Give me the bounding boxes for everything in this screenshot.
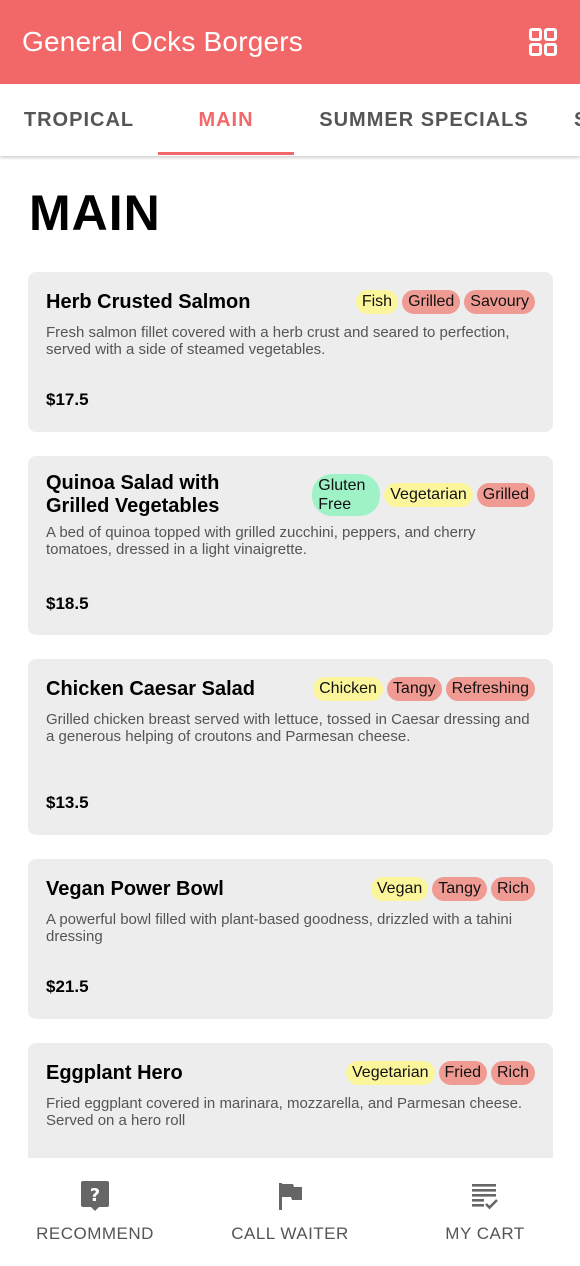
menu-item-card[interactable]: Quinoa Salad with Grilled Vegetables Glu… <box>28 456 553 635</box>
tag: Tangy <box>386 677 442 701</box>
item-tags: Gluten Free Vegetarian Grilled <box>312 474 535 516</box>
item-description: A powerful bowl filled with plant-based … <box>46 911 513 945</box>
item-name: Eggplant Hero <box>46 1061 183 1084</box>
tag: Gluten Free <box>312 474 381 516</box>
menu-content: MAIN Herb Crusted Salmon Fish Grilled Sa… <box>0 156 580 1158</box>
app-bar: General Ocks Borgers <box>0 0 580 84</box>
active-tab-indicator <box>158 152 294 155</box>
section-title: MAIN <box>29 185 161 241</box>
tag: Savoury <box>464 290 535 314</box>
item-price: $13.5 <box>46 793 89 812</box>
item-tags: Vegetarian Fried Rich <box>346 1061 535 1085</box>
tag: Refreshing <box>445 677 535 701</box>
nav-label: RECOMMEND <box>36 1224 154 1243</box>
item-tags: Vegan Tangy Rich <box>370 877 535 901</box>
item-price: $17.5 <box>46 390 89 409</box>
item-name: Vegan Power Bowl <box>46 877 224 900</box>
bottom-nav: ? RECOMMEND CALL WAITER MY CART <box>0 1158 580 1266</box>
item-description: Fresh salmon fillet covered with a herb … <box>46 324 510 358</box>
item-description: A bed of quinoa topped with grilled zucc… <box>46 524 476 558</box>
menu-item-card[interactable]: Chicken Caesar Salad Chicken Tangy Refre… <box>28 659 553 835</box>
tag: Rich <box>490 1061 535 1085</box>
tab-summer-specials[interactable]: SUMMER SPECIALS <box>294 84 554 156</box>
item-tags: Chicken Tangy Refreshing <box>313 677 535 701</box>
item-price: $21.5 <box>46 977 89 996</box>
tab-tropical[interactable]: TROPICAL <box>0 84 158 156</box>
menu-item-card[interactable]: Vegan Power Bowl Vegan Tangy Rich A powe… <box>28 859 553 1019</box>
flag-icon <box>275 1180 305 1212</box>
grid-icon[interactable] <box>528 27 558 57</box>
tag: Tangy <box>432 877 487 901</box>
item-description: Fried eggplant covered in marinara, mozz… <box>46 1095 523 1129</box>
nav-my-cart[interactable]: MY CART <box>390 1158 580 1266</box>
tag: Fish <box>355 290 399 314</box>
category-tabs: TROPICAL MAIN SUMMER SPECIALS S <box>0 84 580 156</box>
tag: Chicken <box>313 677 383 701</box>
item-name: Herb Crusted Salmon <box>46 290 251 313</box>
cart-list-icon <box>470 1180 500 1212</box>
item-description: Grilled chicken breast served with lettu… <box>46 711 530 745</box>
tag: Vegetarian <box>346 1061 435 1085</box>
nav-label: CALL WAITER <box>231 1224 349 1243</box>
nav-label: MY CART <box>445 1224 525 1243</box>
menu-item-card[interactable]: Herb Crusted Salmon Fish Grilled Savoury… <box>28 272 553 432</box>
tag: Grilled <box>476 483 535 507</box>
tag: Fried <box>438 1061 487 1085</box>
tag: Vegetarian <box>384 483 473 507</box>
item-price: $18.5 <box>46 594 89 613</box>
item-tags: Fish Grilled Savoury <box>355 290 535 314</box>
nav-recommend[interactable]: ? RECOMMEND <box>0 1158 190 1266</box>
app-title: General Ocks Borgers <box>22 26 303 57</box>
tab-partial[interactable]: S <box>564 84 580 156</box>
tab-main[interactable]: MAIN <box>158 84 294 156</box>
tag: Grilled <box>402 290 461 314</box>
item-name: Quinoa Salad with Grilled Vegetables <box>46 472 220 517</box>
tag: Vegan <box>370 877 429 901</box>
question-icon: ? <box>80 1180 110 1212</box>
menu-item-card[interactable]: Eggplant Hero Vegetarian Fried Rich Frie… <box>28 1043 553 1158</box>
tag: Rich <box>490 877 535 901</box>
nav-call-waiter[interactable]: CALL WAITER <box>195 1158 385 1266</box>
item-name: Chicken Caesar Salad <box>46 677 255 700</box>
svg-text:?: ? <box>90 1185 100 1206</box>
